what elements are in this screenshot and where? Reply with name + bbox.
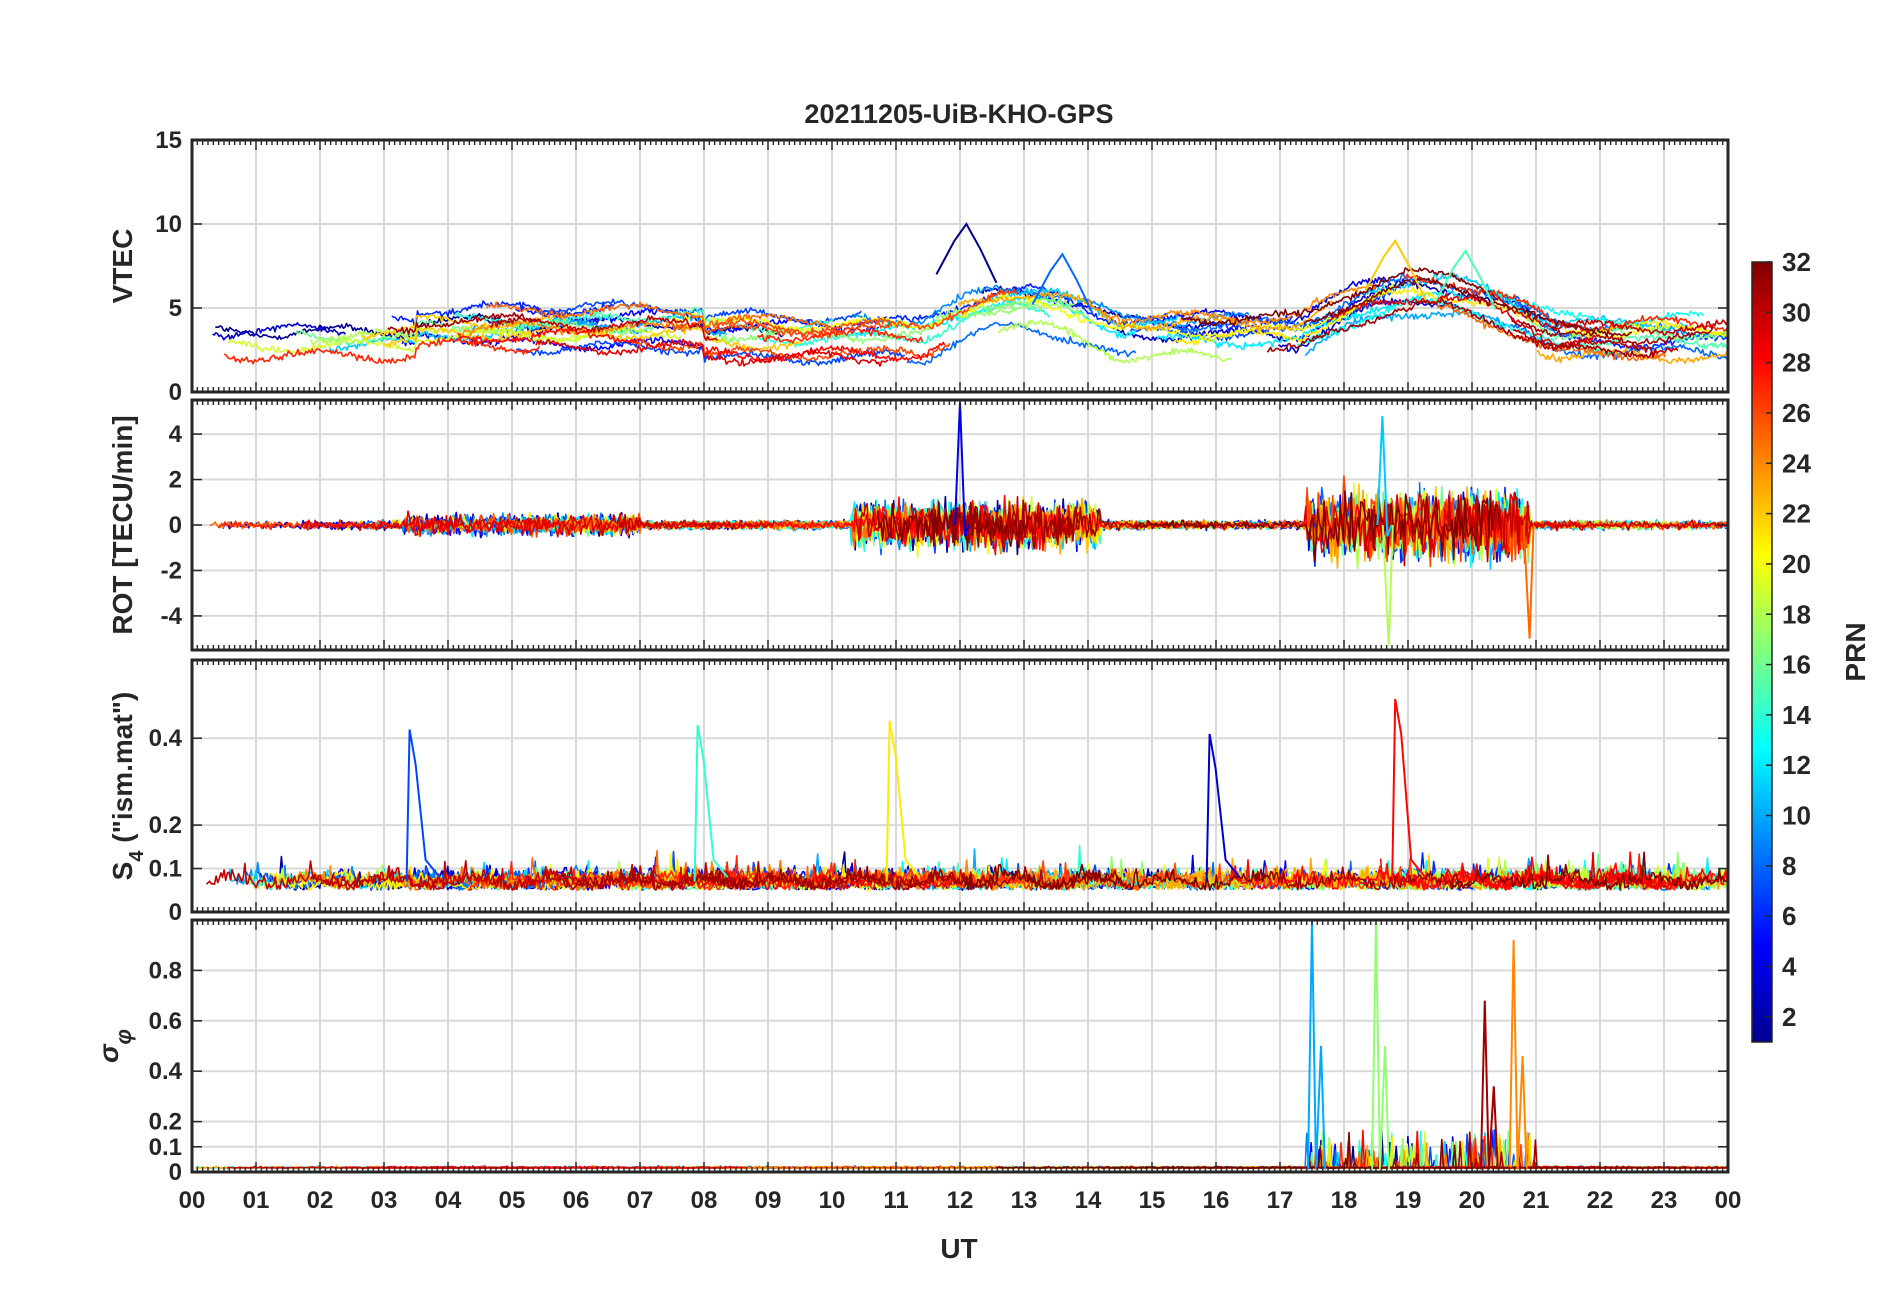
rot-y-label: ROT [TECU/min]: [107, 415, 138, 634]
x-tick-label: 06: [563, 1187, 590, 1214]
chart-title: 20211205-UiB-KHO-GPS: [804, 99, 1113, 129]
rot-y-tick-label: -2: [161, 557, 182, 584]
colorbar-tick-label: 30: [1782, 297, 1811, 327]
x-tick-label: 23: [1651, 1187, 1678, 1214]
colorbar-tick-label: 26: [1782, 398, 1811, 428]
sigma_phi-y-tick-label: 0.6: [149, 1008, 182, 1035]
rot-y-tick-label: 2: [169, 467, 182, 494]
sigma_phi-y-tick-label: 0.4: [149, 1058, 183, 1085]
x-tick-label: 19: [1395, 1187, 1422, 1214]
s4-y-tick-label: 0.1: [149, 856, 182, 883]
x-tick-label: 01: [243, 1187, 270, 1214]
colorbar-gradient: [1751, 261, 1773, 1043]
x-tick-label: 00: [179, 1187, 206, 1214]
sigma_phi-y-tick-label: 0.2: [149, 1109, 182, 1136]
x-tick-label: 11: [883, 1187, 908, 1214]
sigma_phi-y-tick-label: 0.8: [149, 957, 182, 984]
x-tick-label: 03: [371, 1187, 398, 1214]
colorbar-tick-label: 20: [1782, 549, 1811, 579]
x-tick-label: 18: [1331, 1187, 1358, 1214]
x-tick-label: 14: [1075, 1187, 1102, 1214]
colorbar-tick-label: 28: [1782, 348, 1811, 378]
x-tick-label: 05: [499, 1187, 526, 1214]
x-tick-label: 15: [1139, 1187, 1166, 1214]
colorbar-tick-label: 16: [1782, 650, 1811, 680]
colorbar-label: PRN: [1840, 622, 1871, 681]
vtec-y-tick-label: 10: [155, 211, 182, 238]
x-tick-label: 16: [1203, 1187, 1230, 1214]
s4-y-tick-label: 0.4: [149, 725, 183, 752]
colorbar-tick-label: 18: [1782, 599, 1811, 629]
colorbar-tick-label: 8: [1782, 851, 1796, 881]
x-tick-label: 02: [307, 1187, 334, 1214]
vtec-y-tick-label: 5: [169, 295, 182, 322]
x-tick-label: 17: [1267, 1187, 1294, 1214]
colorbar-tick-label: 4: [1782, 952, 1797, 982]
x-tick-label: 04: [435, 1187, 462, 1214]
x-tick-label: 09: [755, 1187, 782, 1214]
s4-y-tick-label: 0.2: [149, 812, 182, 839]
x-tick-label: 20: [1459, 1187, 1486, 1214]
gps-scintillation-figure: 20211205-UiB-KHO-GPS 051015VTEC-4-2024RO…: [0, 0, 1902, 1292]
x-tick-label: 10: [819, 1187, 846, 1214]
vtec-y-label: VTEC: [107, 229, 138, 304]
vtec-y-tick-label: 15: [155, 127, 182, 154]
colorbar-tick-label: 12: [1782, 750, 1811, 780]
sigma_phi-y-tick-label: 0.1: [149, 1134, 182, 1161]
s4-y-tick-label: 0: [169, 899, 182, 926]
colorbar-tick-label: 14: [1782, 700, 1811, 730]
colorbar-tick-label: 6: [1782, 901, 1796, 931]
x-axis-label: UT: [940, 1233, 977, 1264]
colorbar-tick-label: 24: [1782, 448, 1811, 478]
x-tick-label: 13: [1011, 1187, 1038, 1214]
colorbar-tick-label: 10: [1782, 801, 1811, 831]
sigma_phi-y-tick-label: 0: [169, 1159, 182, 1186]
colorbar-tick-label: 32: [1782, 247, 1811, 277]
x-tick-label: 21: [1523, 1187, 1550, 1214]
x-tick-label: 00: [1715, 1187, 1742, 1214]
rot-y-tick-label: 0: [169, 512, 182, 539]
rot-y-tick-label: 4: [169, 421, 183, 448]
colorbar-tick-label: 22: [1782, 499, 1811, 529]
rot-y-tick-label: -4: [161, 603, 183, 630]
vtec-y-tick-label: 0: [169, 379, 182, 406]
x-tick-label: 22: [1587, 1187, 1614, 1214]
x-tick-label: 12: [947, 1187, 974, 1214]
x-tick-label: 07: [627, 1187, 654, 1214]
colorbar-tick-label: 2: [1782, 1002, 1796, 1032]
x-tick-label: 08: [691, 1187, 718, 1214]
